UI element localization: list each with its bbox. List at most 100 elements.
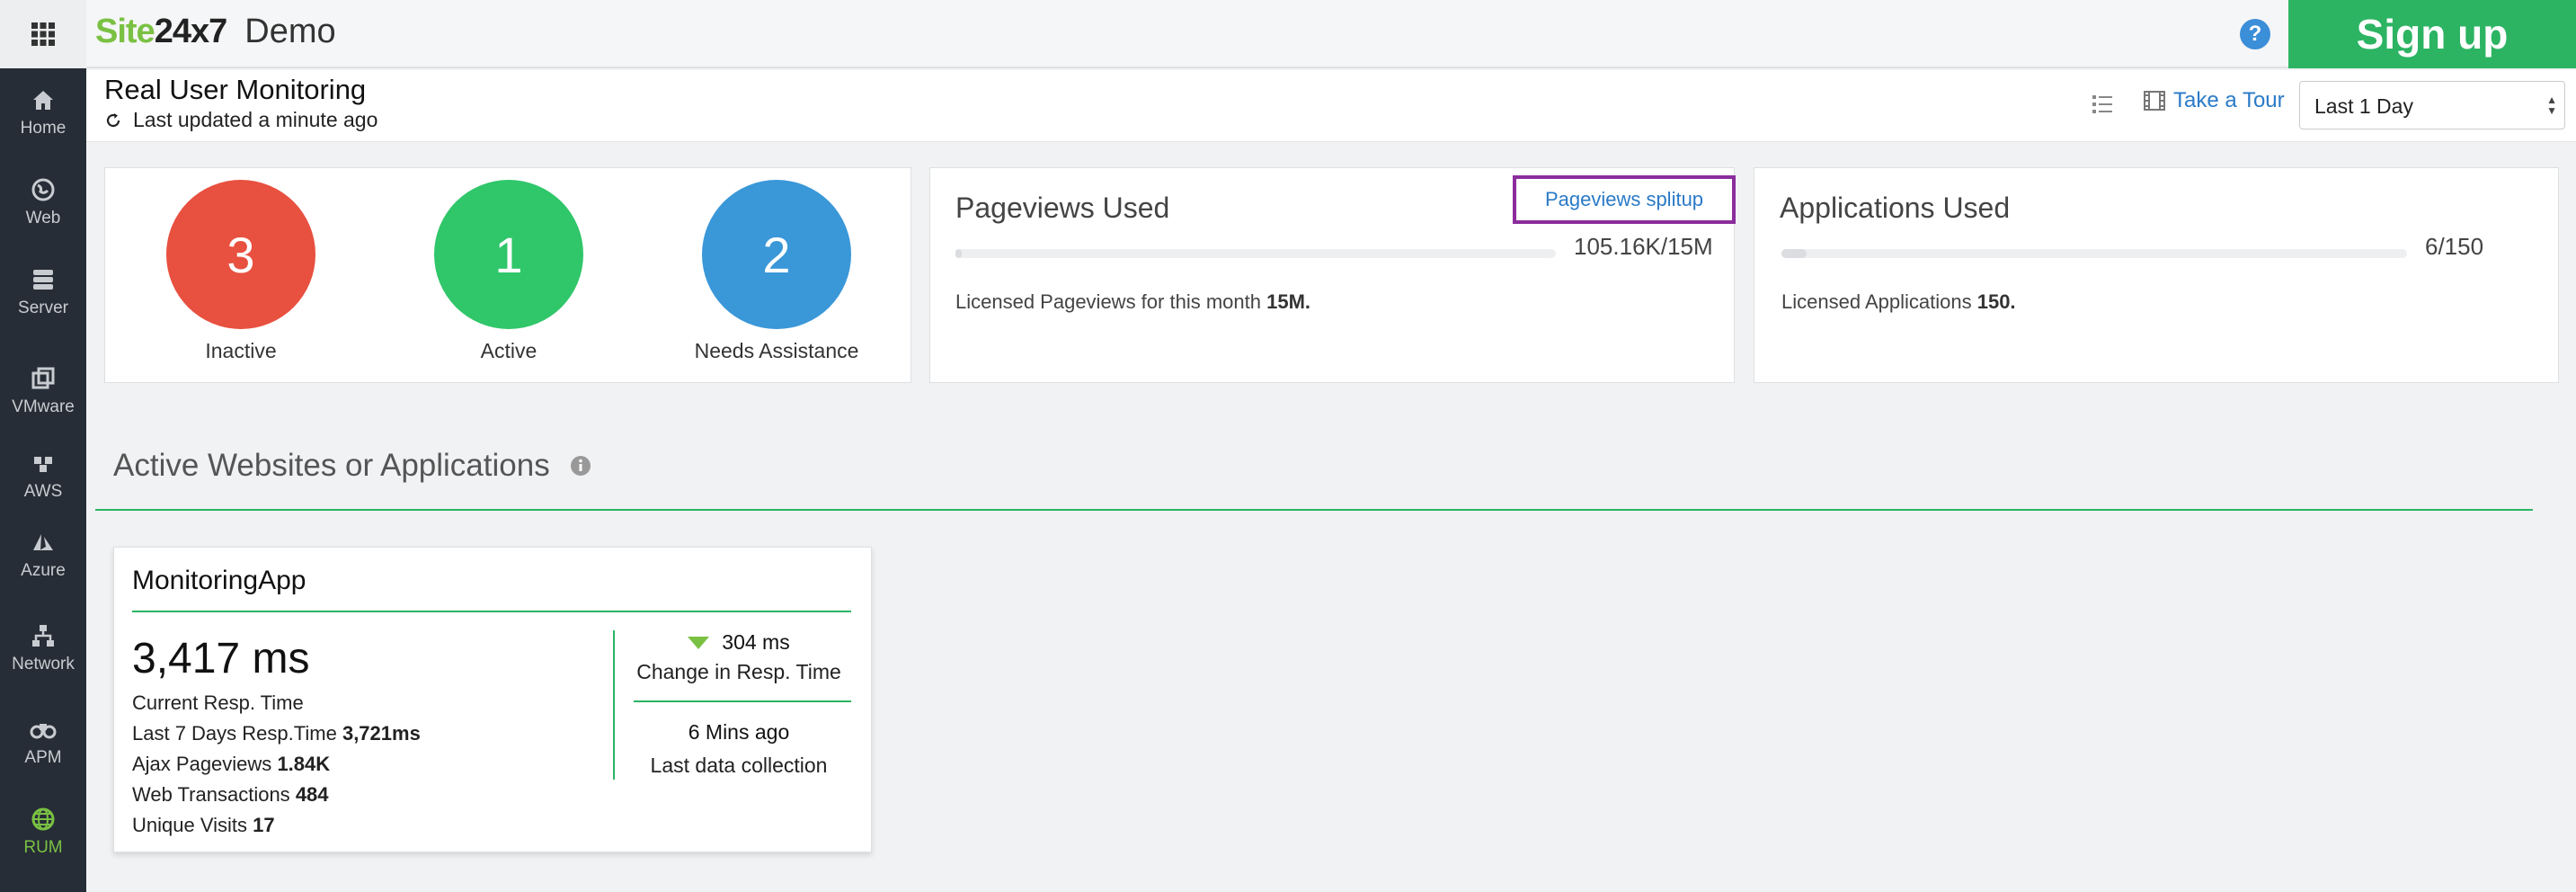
sidebar-item-vmware[interactable]: VMware <box>0 351 86 432</box>
resp-time-change-value: 304 ms <box>722 630 790 654</box>
info-icon[interactable] <box>570 455 591 477</box>
sidebar-item-label: Azure <box>21 561 66 580</box>
grid-icon <box>31 22 55 46</box>
take-a-tour-link[interactable]: Take a Tour <box>2143 88 2285 113</box>
applications-progress-fill <box>1781 249 1807 258</box>
applications-license-value: 150. <box>1976 290 2016 313</box>
sidebar-item-server[interactable]: Server <box>0 252 86 333</box>
applications-used-card: Applications Used 6/150 Licensed Applica… <box>1754 167 2559 383</box>
sidebar-item-apm[interactable]: APM <box>0 701 86 782</box>
pageviews-license-value: 15M. <box>1266 290 1311 313</box>
select-arrows-icon: ▲ ▼ <box>2546 94 2557 117</box>
pageviews-used-value: 105.16K/15M <box>1574 233 1713 260</box>
section-title-text: Active Websites or Applications <box>113 448 550 483</box>
sidebar-item-aws[interactable]: AWS <box>0 435 86 516</box>
sidebar-item-azure[interactable]: Azure <box>0 514 86 595</box>
sidebar-item-rum[interactable]: RUM <box>0 791 86 872</box>
sidebar-item-label: VMware <box>12 397 75 416</box>
period-select-value: Last 1 Day <box>2314 94 2413 118</box>
sidebar-item-label: Server <box>18 299 68 317</box>
apps-grid-button[interactable] <box>0 0 86 68</box>
applications-used-value: 6/150 <box>2425 233 2484 260</box>
monitor-status-card: 3 Inactive 1 Active 2 Needs Assistance <box>104 167 911 383</box>
brand-logo[interactable]: Site24x7 Demo <box>95 13 336 51</box>
sidebar-item-label: RUM <box>23 838 63 857</box>
pageviews-progress-bar <box>955 249 1556 258</box>
unique-visits-value: 17 <box>253 814 275 836</box>
needs-assistance-label: Needs Assistance <box>694 339 859 362</box>
rum-globe-icon <box>31 807 55 831</box>
needs-assistance-count-circle[interactable]: 2 <box>702 180 851 329</box>
inactive-label: Inactive <box>205 339 277 362</box>
sidebar-item-label: Web <box>25 209 61 227</box>
server-icon <box>33 270 53 290</box>
pageviews-progress-fill <box>955 249 962 258</box>
last-data-collection-label: Last data collection <box>650 754 828 777</box>
vmware-icon <box>31 367 55 389</box>
pageviews-used-title: Pageviews Used <box>955 192 1170 224</box>
ajax-pageviews-value: 1.84K <box>277 753 331 775</box>
brand-site-text: Site <box>95 13 155 50</box>
refresh-icon[interactable] <box>104 112 122 129</box>
ajax-pageviews: Ajax Pageviews 1.84K <box>132 753 330 776</box>
sidebar-item-label: APM <box>24 748 62 767</box>
active-count-circle[interactable]: 1 <box>434 180 583 329</box>
application-name[interactable]: MonitoringApp <box>132 566 306 596</box>
sidebar-item-label: AWS <box>23 482 63 501</box>
page-title: Real User Monitoring <box>104 74 367 105</box>
applications-license-note: Licensed Applications 150. <box>1781 290 2016 314</box>
unique-visits: Unique Visits 17 <box>132 814 275 837</box>
web-transactions-label: Web Transactions <box>132 783 290 806</box>
signup-button[interactable]: Sign up <box>2288 0 2576 68</box>
sidebar: Home Web Server VMware AWS Azure Network… <box>0 68 86 892</box>
web-transactions: Web Transactions 484 <box>132 783 329 807</box>
page-header: Real User Monitoring Last updated a minu… <box>86 70 2576 142</box>
pageviews-license-note: Licensed Pageviews for this month 15M. <box>955 290 1310 314</box>
last7-resp-time-label: Last 7 Days Resp.Time <box>132 722 337 745</box>
sidebar-item-home[interactable]: Home <box>0 72 86 153</box>
brand-demo-text: Demo <box>244 13 336 50</box>
application-card[interactable]: MonitoringApp 3,417 ms Current Resp. Tim… <box>113 547 872 852</box>
last7-resp-time-value: 3,721ms <box>342 722 421 745</box>
list-view-icon[interactable] <box>2091 93 2114 116</box>
change-divider <box>634 700 851 702</box>
take-a-tour-label: Take a Tour <box>2173 88 2285 112</box>
web-transactions-value: 484 <box>295 783 329 806</box>
last7-resp-time: Last 7 Days Resp.Time 3,721ms <box>132 722 421 745</box>
pageviews-splitup-link[interactable]: Pageviews splitup <box>1513 175 1736 224</box>
sidebar-item-web[interactable]: Web <box>0 162 86 243</box>
active-label: Active <box>480 339 537 362</box>
binoculars-icon <box>30 724 57 739</box>
last-updated[interactable]: Last updated a minute ago <box>104 108 378 132</box>
application-card-vertical-divider <box>613 630 615 780</box>
sidebar-item-network[interactable]: Network <box>0 608 86 689</box>
sidebar-item-label: Home <box>20 119 67 138</box>
sidebar-item-label: Network <box>12 655 75 673</box>
last-data-collection-value: 6 Mins ago <box>688 720 790 744</box>
aws-icon <box>34 457 52 472</box>
current-resp-time-value: 3,417 ms <box>132 635 310 682</box>
last-updated-text: Last updated a minute ago <box>133 108 378 131</box>
decrease-arrow-icon <box>688 636 710 649</box>
resp-time-change-label: Change in Resp. Time <box>636 660 841 683</box>
current-resp-time-label: Current Resp. Time <box>132 691 304 714</box>
unique-visits-label: Unique Visits <box>132 814 247 836</box>
top-bar: Site24x7 Demo ? Sign up <box>0 0 2576 68</box>
globe-icon <box>31 178 55 201</box>
brand-num-text: 24x7 <box>154 13 228 50</box>
help-icon[interactable]: ? <box>2240 19 2270 49</box>
azure-icon <box>33 534 53 550</box>
film-icon <box>2144 91 2165 111</box>
application-card-divider <box>132 611 851 612</box>
network-icon <box>32 625 54 647</box>
last-data-collection: 6 Mins ago Last data collection <box>626 720 851 778</box>
resp-time-change: 304 ms Change in Resp. Time <box>626 630 851 684</box>
pageviews-used-card: Pageviews Used Pageviews splitup 105.16K… <box>929 167 1736 383</box>
section-title: Active Websites or Applications <box>113 448 591 484</box>
period-select[interactable]: Last 1 Day ▲ ▼ <box>2299 81 2565 129</box>
inactive-count-circle[interactable]: 3 <box>166 180 315 329</box>
section-divider <box>95 509 2533 511</box>
pageviews-license-text: Licensed Pageviews for this month <box>955 290 1261 313</box>
applications-used-title: Applications Used <box>1780 192 2011 224</box>
home-icon <box>33 91 53 110</box>
